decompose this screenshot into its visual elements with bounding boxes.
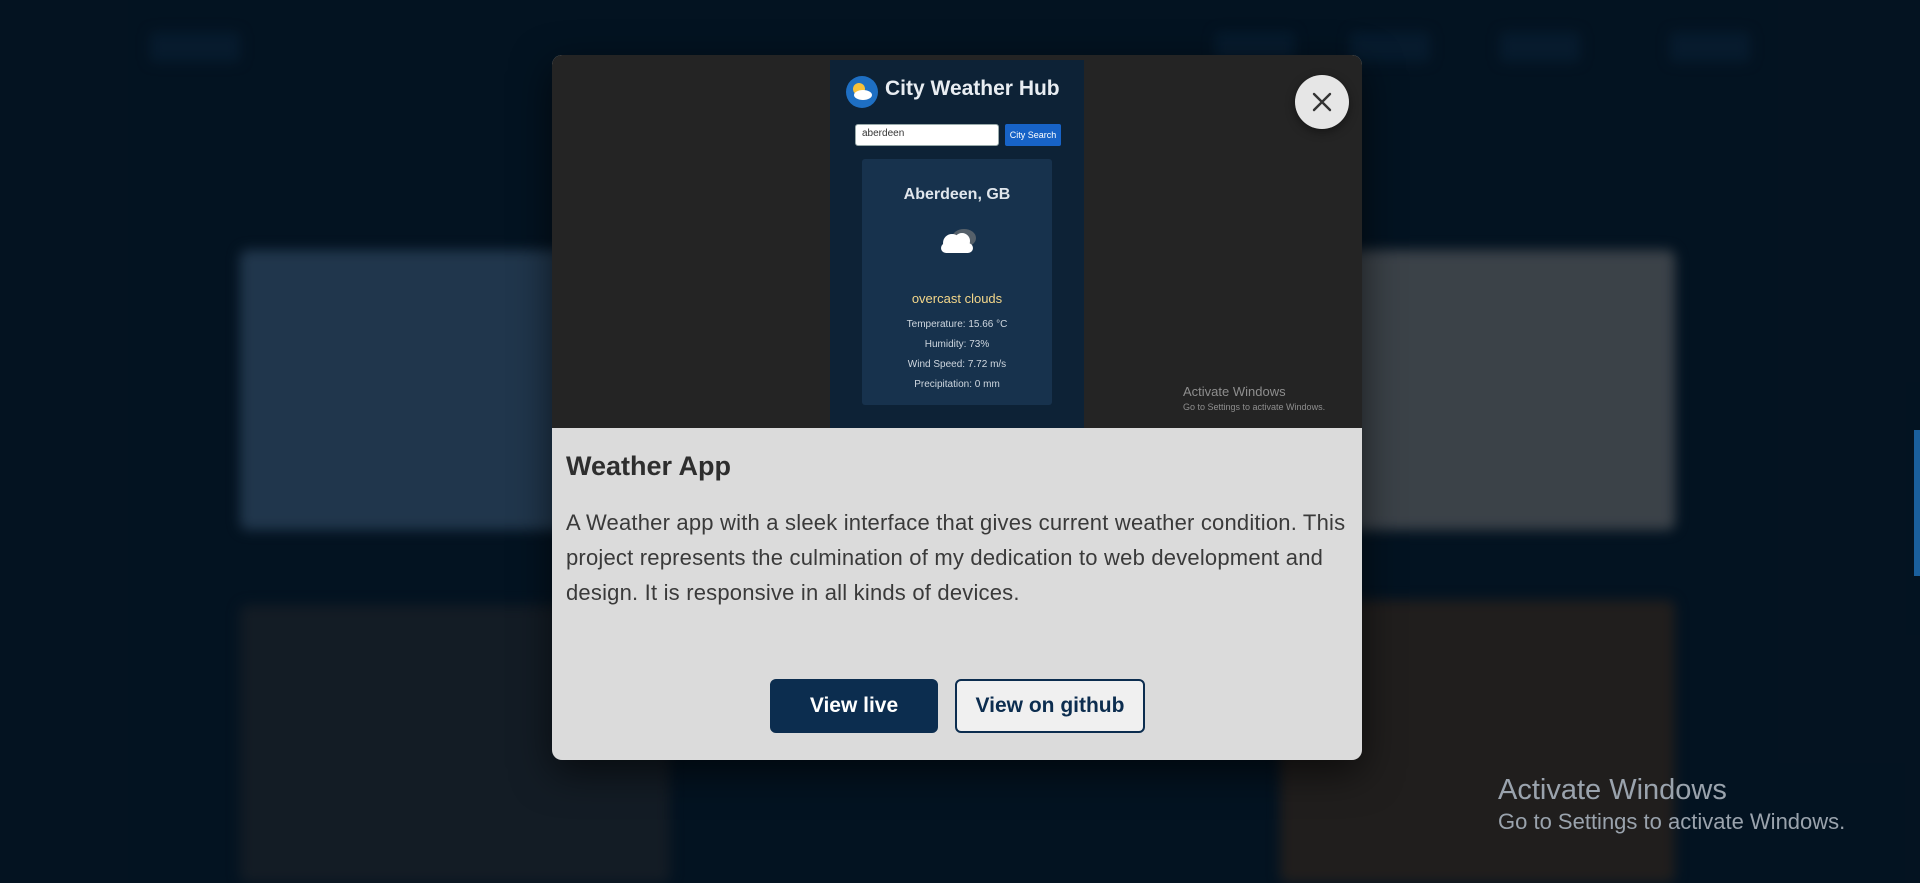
view-live-button[interactable]: View live bbox=[770, 679, 938, 733]
city-search-input: aberdeen bbox=[855, 124, 999, 146]
windows-activation-watermark: Activate Windows Go to Settings to activ… bbox=[1498, 772, 1845, 836]
weather-app-title: City Weather Hub bbox=[885, 77, 1060, 100]
weather-city: Aberdeen, GB bbox=[903, 186, 1011, 203]
city-search-button: City Search bbox=[1005, 124, 1061, 146]
preview-activation-watermark: Activate Windows Go to Settings to activ… bbox=[1183, 384, 1325, 412]
preview-watermark-title: Activate Windows bbox=[1183, 384, 1286, 399]
weather-precipitation: Precipitation: 0 mm bbox=[914, 379, 1000, 390]
weather-result-card: Aberdeen, GB overcast clouds Temperature… bbox=[862, 159, 1052, 405]
cloud-icon bbox=[932, 221, 982, 266]
weather-temperature: Temperature: 15.66 °C bbox=[906, 319, 1008, 330]
project-modal: City Weather Hub aberdeen City Search Ab… bbox=[552, 55, 1362, 760]
view-github-button[interactable]: View on github bbox=[955, 679, 1145, 733]
weather-app-screenshot: City Weather Hub aberdeen City Search Ab… bbox=[830, 60, 1084, 428]
watermark-title: Activate Windows bbox=[1498, 774, 1727, 806]
close-icon bbox=[1312, 92, 1332, 112]
close-button[interactable] bbox=[1295, 75, 1349, 129]
project-title: Weather App bbox=[566, 451, 732, 481]
project-description: A Weather app with a sleek interface tha… bbox=[566, 510, 1346, 605]
watermark-subtitle: Go to Settings to activate Windows. bbox=[1498, 809, 1846, 834]
weather-wind: Wind Speed: 7.72 m/s bbox=[907, 359, 1007, 370]
weather-condition: overcast clouds bbox=[911, 291, 1003, 306]
weather-humidity: Humidity: 73% bbox=[924, 339, 990, 350]
weather-logo-icon bbox=[846, 76, 878, 108]
preview-watermark-subtitle: Go to Settings to activate Windows. bbox=[1183, 402, 1326, 412]
project-preview-image: City Weather Hub aberdeen City Search Ab… bbox=[552, 55, 1362, 428]
page-scrollbar[interactable] bbox=[1914, 430, 1920, 576]
